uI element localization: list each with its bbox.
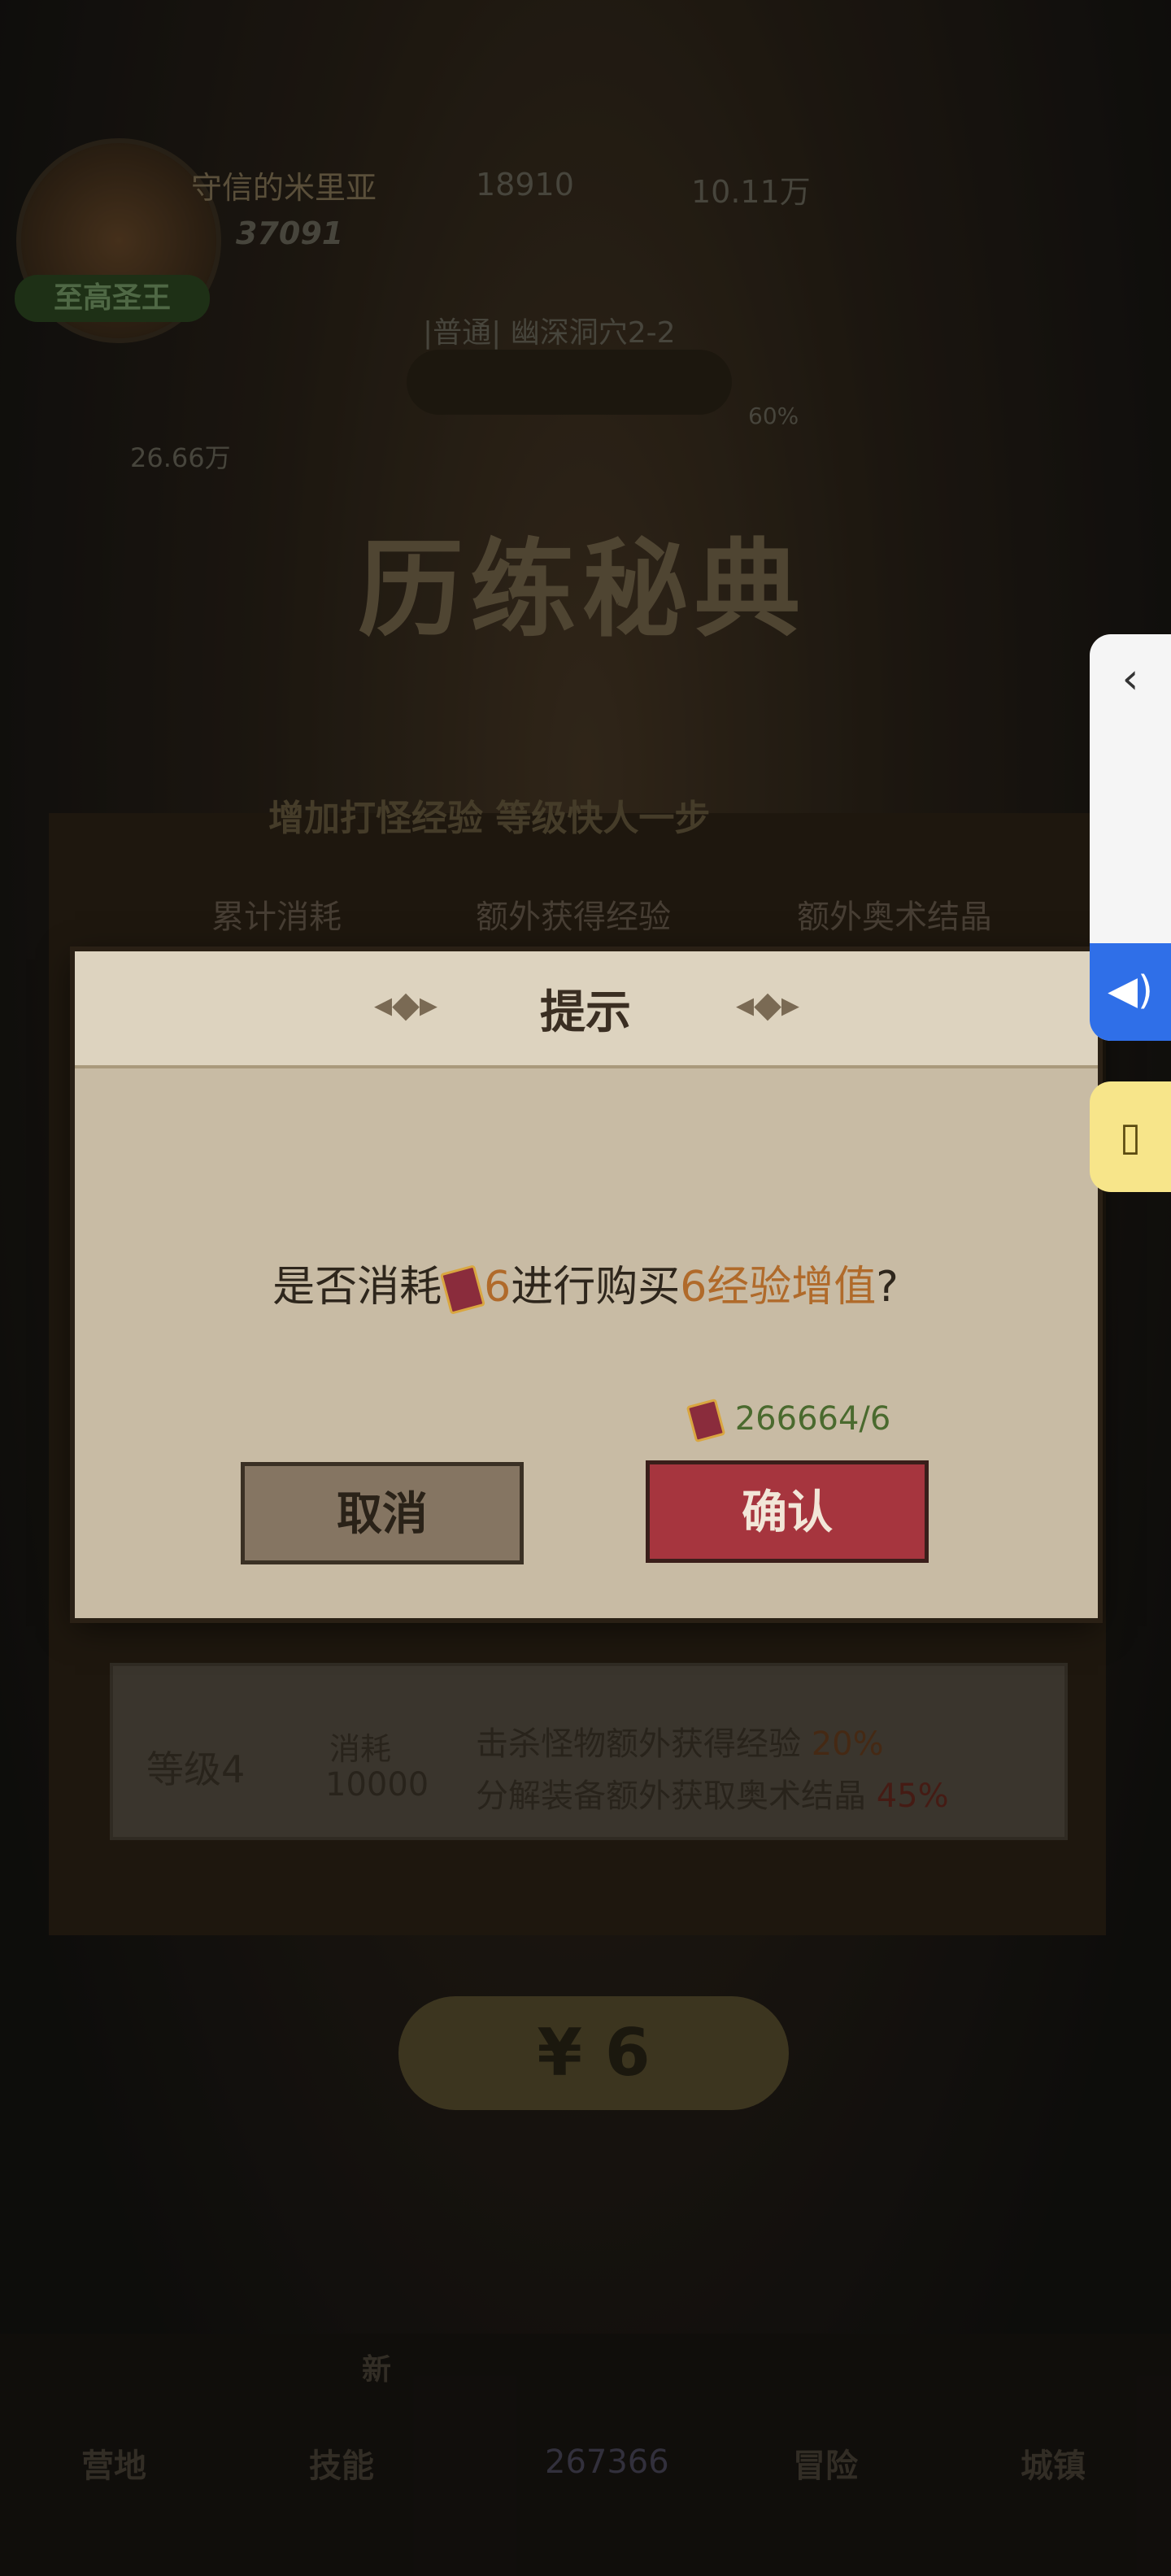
dialog-message: 是否消耗 6进行购买6经验增值?	[122, 1252, 1049, 1315]
ticket-icon	[686, 1398, 726, 1443]
confirm-button[interactable]: 确认	[646, 1460, 929, 1563]
speaker-icon: ◀)	[1108, 968, 1153, 1013]
balance-value: 266664/6	[734, 1400, 891, 1438]
message-amount: 6	[484, 1263, 511, 1312]
ornament-right-icon: ◂◆▸	[736, 984, 800, 1025]
message-prefix: 是否消耗	[272, 1263, 442, 1312]
vibrate-icon: ▯	[1119, 1114, 1142, 1160]
cancel-button[interactable]: 取消	[241, 1462, 524, 1564]
ornament-left-icon: ◂◆▸	[374, 984, 438, 1025]
message-mid: 进行购买	[511, 1263, 681, 1312]
chevron-left-icon[interactable]: ‹	[1090, 655, 1171, 703]
message-suffix: ?	[876, 1263, 899, 1312]
dialog-title: 提示	[540, 986, 631, 1039]
ticket-icon	[440, 1264, 486, 1315]
ticket-balance: 266664/6	[686, 1398, 891, 1443]
message-item: 6经验增值	[680, 1263, 877, 1312]
